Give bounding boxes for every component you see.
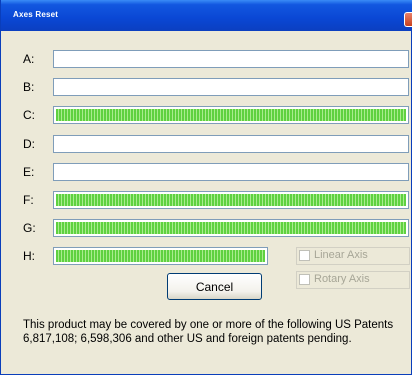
axis-d-progress-bar [53, 135, 409, 153]
axis-c-progress-fill [56, 109, 406, 121]
axis-label-a: A: [23, 52, 35, 66]
title-bar[interactable]: Axes Reset [1, 0, 412, 31]
rotary-axis-checkbox[interactable] [299, 274, 310, 285]
axis-g-progress-bar [53, 219, 409, 237]
patent-notice: This product may be covered by one or mo… [23, 319, 394, 345]
axis-f-progress-fill [56, 194, 406, 206]
axis-a-progress-bar [53, 50, 409, 68]
close-button[interactable] [404, 12, 412, 27]
axis-b-progress-bar [53, 78, 409, 96]
axis-g-progress-fill [56, 222, 406, 234]
axis-h-progress-fill [56, 250, 265, 262]
rotary-axis-option[interactable]: Rotary Axis [296, 271, 410, 289]
axis-label-d: D: [23, 137, 35, 151]
axis-label-h: H: [23, 249, 35, 263]
linear-axis-label: Linear Axis [314, 249, 368, 261]
axis-e-progress-bar [53, 163, 409, 181]
axis-f-progress-bar [53, 191, 409, 209]
window-title: Axes Reset [13, 10, 59, 19]
axis-label-f: F: [23, 193, 34, 207]
axis-label-e: E: [23, 165, 35, 179]
axis-h-progress-bar [53, 247, 268, 265]
linear-axis-option[interactable]: Linear Axis [296, 247, 410, 265]
linear-axis-checkbox[interactable] [299, 250, 310, 261]
axis-label-b: B: [23, 80, 35, 94]
axis-label-c: C: [23, 108, 35, 122]
axis-label-g: G: [23, 221, 36, 235]
axes-reset-dialog: Axes Reset A: B: C: D: E: F: G: H: Linea… [0, 0, 412, 375]
rotary-axis-label: Rotary Axis [314, 273, 370, 285]
axis-c-progress-bar [53, 106, 409, 124]
cancel-button[interactable]: Cancel [167, 273, 262, 300]
